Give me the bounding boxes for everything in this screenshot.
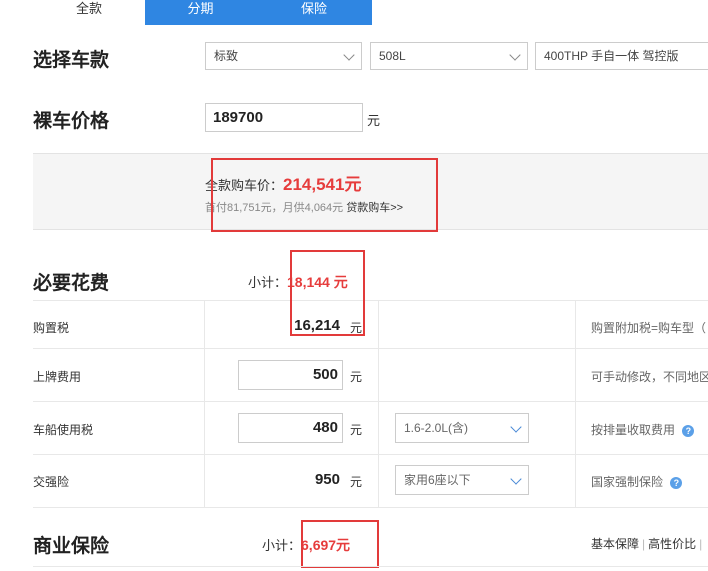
table-divider	[378, 300, 379, 507]
compulsory-insurance-value: 950	[314, 471, 340, 488]
table-divider	[204, 300, 205, 507]
insurance-plan-options: 基本保障 | 高性价比 |	[591, 537, 703, 551]
tab-full-payment[interactable]: 全款	[33, 0, 145, 25]
table-divider	[33, 348, 708, 349]
brand-select-value: 标致	[214, 49, 239, 63]
model-select-value: 400THP 手自一体 驾控版	[544, 49, 679, 63]
help-icon[interactable]: ?	[670, 476, 683, 489]
vehicle-tax-note-text: 按排量收取费用	[591, 423, 676, 437]
chevron-down-icon	[509, 49, 521, 61]
required-costs-title: 必要花费	[33, 273, 110, 294]
tab-insurance[interactable]: 保险	[256, 0, 372, 25]
table-divider	[575, 300, 576, 507]
bare-price-unit: 元	[367, 113, 381, 128]
chevron-down-icon	[510, 421, 522, 433]
plate-fee-input[interactable]: 500	[238, 360, 343, 390]
vehicle-tax-label: 车船使用税	[33, 423, 94, 437]
plate-fee-label: 上牌费用	[33, 370, 82, 384]
required-subtotal-highlight	[290, 250, 365, 336]
plan-value[interactable]: 高性价比	[648, 537, 696, 551]
tab-installment[interactable]: 分期	[145, 0, 256, 25]
commercial-subtotal-highlight	[301, 520, 379, 568]
bare-price-title: 裸车价格	[33, 111, 110, 132]
series-select-value: 508L	[379, 49, 406, 63]
vehicle-tax-unit: 元	[350, 423, 363, 437]
compulsory-insurance-unit: 元	[350, 475, 363, 489]
tab-bar: 全款 分期 保险	[0, 0, 708, 25]
purchase-tax-note: 购置附加税=购车型（	[591, 321, 707, 335]
plate-fee-unit: 元	[350, 370, 363, 384]
required-subtotal-label: 小计：	[248, 275, 288, 290]
commercial-subtotal-label: 小计：	[262, 538, 302, 553]
model-select[interactable]: 400THP 手自一体 驾控版	[535, 42, 708, 70]
vehicle-tax-input[interactable]: 480	[238, 413, 343, 443]
purchase-tax-label: 购置税	[33, 321, 70, 335]
help-icon[interactable]: ?	[682, 424, 695, 437]
displacement-select-value: 1.6-2.0L(含)	[404, 421, 469, 435]
chevron-down-icon	[343, 49, 355, 61]
vehicle-tax-note: 按排量收取费用 ?	[591, 421, 695, 438]
table-divider	[33, 401, 708, 402]
compulsory-insurance-note-text: 国家强制保险	[591, 475, 664, 489]
seat-type-select-value: 家用6座以下	[404, 473, 471, 487]
plan-basic[interactable]: 基本保障	[591, 537, 639, 551]
select-car-title: 选择车款	[33, 50, 110, 71]
table-divider	[33, 454, 708, 455]
displacement-select[interactable]: 1.6-2.0L(含)	[395, 413, 529, 443]
compulsory-insurance-label: 交强险	[33, 475, 70, 489]
table-divider	[33, 566, 708, 567]
brand-select[interactable]: 标致	[205, 42, 362, 70]
chevron-down-icon	[510, 473, 522, 485]
series-select[interactable]: 508L	[370, 42, 528, 70]
table-divider	[33, 507, 708, 508]
compulsory-insurance-note: 国家强制保险 ?	[591, 473, 683, 490]
total-price-highlight	[211, 158, 438, 232]
bare-price-input[interactable]: 189700	[205, 103, 363, 132]
seat-type-select[interactable]: 家用6座以下	[395, 465, 529, 495]
commercial-insurance-title: 商业保险	[33, 536, 110, 557]
plate-fee-note: 可手动修改，不同地区	[591, 370, 708, 384]
table-divider	[33, 300, 708, 301]
